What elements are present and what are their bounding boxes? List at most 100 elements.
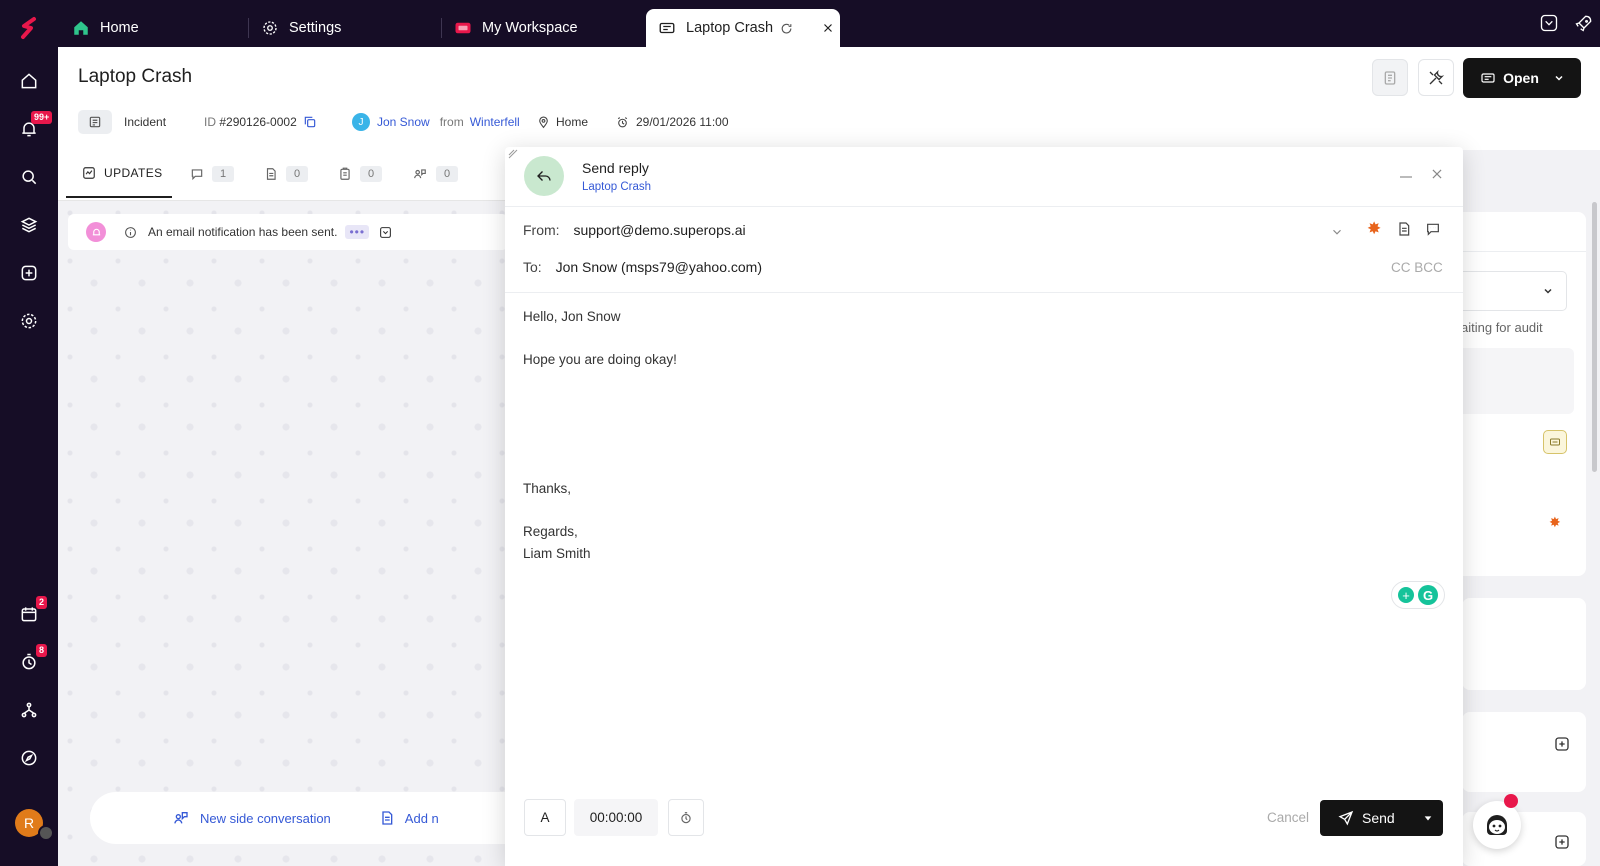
chatbot-launcher[interactable] — [1473, 801, 1521, 849]
side-conversations-count: 0 — [436, 166, 459, 182]
bell-avatar-icon — [86, 222, 106, 242]
close-icon[interactable] — [822, 22, 834, 34]
body-line: Hope you are doing okay! — [523, 352, 677, 367]
stopwatch-icon — [681, 811, 691, 823]
updates-label: UPDATES — [104, 166, 163, 180]
tab-notes[interactable]: 0 — [264, 166, 309, 182]
expand-icon[interactable] — [379, 226, 392, 239]
tab-my-workspace[interactable]: My Workspace — [454, 9, 634, 47]
scrollbar[interactable] — [1592, 202, 1597, 472]
add-note-label: Add n — [404, 810, 439, 826]
new-side-conversation-label: New side conversation — [200, 810, 331, 826]
incident-type-icon — [78, 110, 112, 134]
message-editor[interactable]: Hello, Jon Snow Hope you are doing okay!… — [505, 293, 1463, 773]
clipboard-icon — [340, 167, 350, 180]
modal-subtitle[interactable]: Laptop Crash — [582, 181, 651, 193]
stopwatch-button[interactable] — [668, 799, 704, 836]
send-label: Send — [1362, 810, 1395, 826]
from-label: From: — [523, 222, 560, 238]
ticket-icon — [1481, 73, 1495, 83]
close-icon[interactable] — [1430, 167, 1444, 181]
add-icon[interactable] — [1554, 736, 1570, 752]
id-value: #290126-0002 — [219, 115, 297, 129]
add-icon[interactable] — [17, 261, 41, 285]
side-conversation-icon — [174, 812, 188, 824]
requester-name[interactable]: Jon Snow — [377, 115, 430, 129]
status-select[interactable] — [1462, 271, 1567, 311]
client-link[interactable]: Winterfell — [470, 115, 520, 129]
comment-icon — [191, 169, 203, 181]
send-icon — [1338, 810, 1354, 826]
cancel-button[interactable]: Cancel — [1267, 810, 1309, 825]
sparkle-icon[interactable]: ✸ — [1367, 219, 1381, 239]
minimize-icon[interactable] — [1400, 176, 1412, 178]
add-note-button[interactable]: Add n — [379, 810, 439, 826]
plus-circle-icon: + — [1398, 587, 1414, 603]
side-conversation-icon — [414, 169, 426, 179]
conversation-actions: New side conversation Add n — [90, 792, 510, 844]
status-label: Open — [1503, 70, 1539, 86]
from-select[interactable]: support@demo.superops.ai — [573, 222, 745, 238]
ticket-type-label: Incident — [124, 115, 167, 129]
notifications-badge: 99+ — [31, 111, 53, 124]
to-recipient[interactable]: Jon Snow (msps79@yahoo.com) — [556, 259, 762, 275]
compass-icon[interactable] — [17, 746, 41, 770]
from-label: from — [439, 115, 464, 129]
send-reply-modal: Send reply Laptop Crash From: support@de… — [505, 147, 1463, 866]
tab-side-conversations[interactable]: 0 — [412, 166, 459, 182]
send-button[interactable]: Send — [1320, 800, 1443, 836]
ticket-icon — [658, 19, 676, 37]
refresh-icon[interactable] — [780, 22, 793, 35]
template-icon[interactable] — [1396, 221, 1412, 237]
settings-icon[interactable] — [17, 309, 41, 333]
active-tab-indicator — [66, 196, 172, 198]
greeting-line: Hello, Jon Snow — [523, 309, 621, 324]
copy-icon[interactable] — [303, 115, 317, 129]
tools-button[interactable] — [1418, 59, 1454, 96]
comments-count: 1 — [212, 166, 235, 182]
timer-badge: 8 — [36, 644, 48, 657]
cc-bcc-toggle[interactable]: CC BCC — [1391, 260, 1443, 275]
reply-icon — [524, 156, 564, 196]
tab-comments[interactable]: 1 — [190, 166, 235, 182]
tab-tasks[interactable]: 0 — [338, 166, 383, 182]
add-icon[interactable] — [1554, 834, 1570, 850]
rocket-icon[interactable] — [1574, 13, 1594, 33]
tab-updates[interactable]: UPDATES — [82, 166, 163, 180]
activity-icon — [83, 167, 95, 179]
send-options-dropdown[interactable] — [1423, 813, 1433, 823]
chevron-down-icon[interactable] — [1330, 225, 1344, 239]
text-format-button[interactable]: A — [524, 799, 566, 836]
gear-icon — [261, 19, 279, 37]
more-icon[interactable]: ••• — [345, 225, 370, 239]
workflow-icon[interactable] — [17, 698, 41, 722]
ticket-type[interactable]: Incident — [124, 112, 166, 132]
ai-summary-icon[interactable] — [1543, 430, 1567, 454]
tab-laptop-crash[interactable]: Laptop Crash — [646, 9, 840, 47]
chatbot-alert-dot — [1504, 794, 1518, 808]
search-icon[interactable] — [17, 165, 41, 189]
new-side-conversation-button[interactable]: New side conversation — [172, 810, 331, 826]
ticket-id: ID #290126-0002 — [204, 112, 317, 132]
requester[interactable]: J Jon Snow from Winterfell — [352, 112, 520, 132]
home-icon[interactable] — [17, 69, 41, 93]
modal-title: Send reply — [582, 160, 649, 176]
grammarly-icon: G — [1418, 585, 1438, 605]
layers-icon[interactable] — [17, 213, 41, 237]
info-icon — [124, 226, 137, 239]
site[interactable]: Home — [537, 112, 588, 132]
superops-logo[interactable] — [17, 16, 41, 40]
tab-home[interactable]: Home — [70, 9, 248, 47]
status-open-button[interactable]: Open — [1463, 58, 1581, 98]
due-datetime[interactable]: 29/01/2026 11:00 — [616, 112, 729, 132]
time-spent-field[interactable]: 00:00:00 — [574, 799, 658, 836]
tab-divider — [441, 18, 442, 38]
canned-response-icon[interactable] — [1424, 221, 1442, 237]
ticket-document-button[interactable] — [1372, 59, 1408, 96]
chevron-down-box-icon[interactable] — [1539, 13, 1559, 33]
summary-box[interactable] — [1462, 348, 1574, 414]
notes-count: 0 — [286, 166, 309, 182]
grammarly-widget[interactable]: + G — [1391, 581, 1445, 609]
details-panel: aiting for audit ✸ — [1461, 150, 1600, 866]
tab-settings[interactable]: Settings — [261, 9, 441, 47]
